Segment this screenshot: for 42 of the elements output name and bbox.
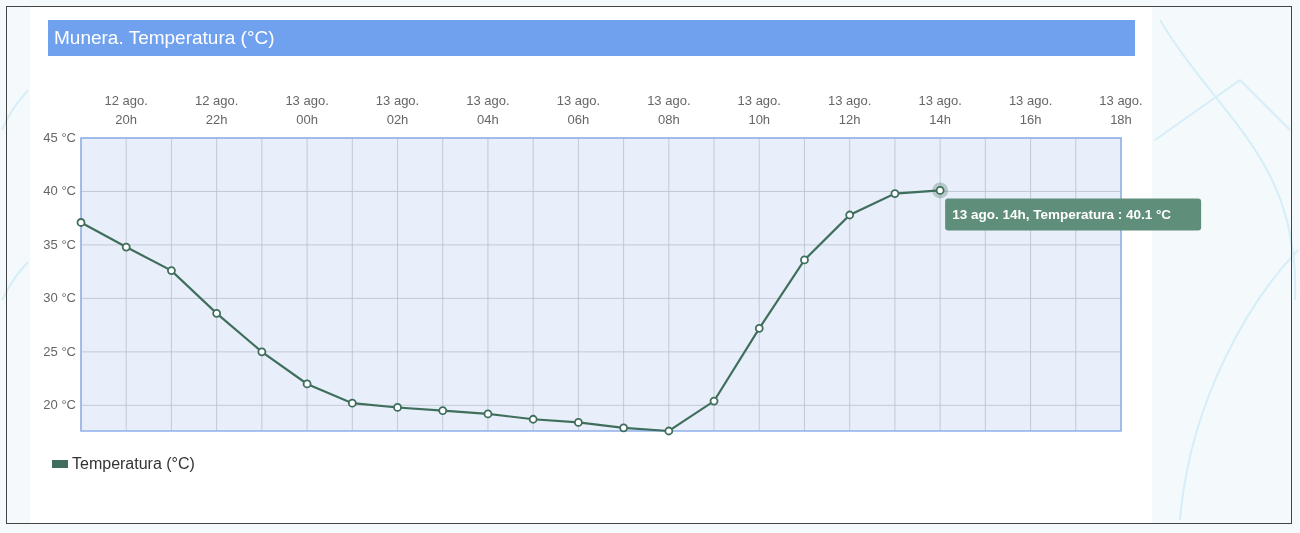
x-axis-label: 13 ago. 06h <box>556 93 601 127</box>
data-point[interactable] <box>393 403 402 412</box>
data-point[interactable] <box>302 379 312 389</box>
x-axis-label: 13 ago. 12h <box>828 93 872 127</box>
y-axis-label: 45 °C <box>43 130 76 145</box>
y-axis-label: 30 °C <box>43 290 76 306</box>
x-axis-label: 13 ago. 04h <box>466 93 510 127</box>
x-axis-label: 12 ago. 20h <box>104 93 148 127</box>
x-axis-label: 12 ago. 22h <box>194 93 239 127</box>
data-point[interactable] <box>257 347 267 357</box>
data-point[interactable] <box>845 210 855 220</box>
data-point[interactable] <box>483 409 493 419</box>
data-point[interactable] <box>438 406 448 416</box>
data-point[interactable] <box>347 398 357 408</box>
data-point[interactable] <box>121 242 131 252</box>
data-point[interactable] <box>664 426 674 436</box>
data-point[interactable] <box>619 423 628 433</box>
legend-label[interactable]: Temperatura (°C) <box>72 455 195 473</box>
x-axis-label: 13 ago. 16h <box>1008 93 1053 127</box>
data-point[interactable] <box>528 414 538 424</box>
data-point[interactable] <box>76 218 86 227</box>
y-axis-label: 25 °C <box>43 343 76 359</box>
x-axis-label: 13 ago. 10h <box>737 93 781 127</box>
data-point[interactable] <box>709 396 719 406</box>
y-axis-label: 40 °C <box>43 183 76 199</box>
x-axis-label: 13 ago. 02h <box>375 93 420 127</box>
y-axis-label: 20 °C <box>43 397 76 413</box>
data-point[interactable] <box>935 186 945 195</box>
data-point[interactable] <box>754 323 764 333</box>
y-axis-label: 35 °C <box>43 236 76 252</box>
annotation: 13 ago. 14h, Temperatura : 40.1 °C <box>952 207 1172 223</box>
x-axis-label: 13 ago. 14h <box>918 93 962 127</box>
x-axis-label: 13 ago. 00h <box>285 93 329 127</box>
data-point[interactable] <box>167 266 176 275</box>
tooltip: 13 ago. 14h, Temperatura : 40.1 °C <box>945 198 1202 231</box>
data-point[interactable] <box>212 308 222 318</box>
data-point[interactable] <box>890 189 900 198</box>
data-point[interactable] <box>574 418 583 427</box>
data-point[interactable] <box>800 255 809 265</box>
panel-title: Munera. Temperatura (°C) <box>48 20 1135 56</box>
x-axis-label: 13 ago. 08h <box>647 93 691 127</box>
x-axis-label: 13 ago. 18h <box>1099 93 1143 127</box>
